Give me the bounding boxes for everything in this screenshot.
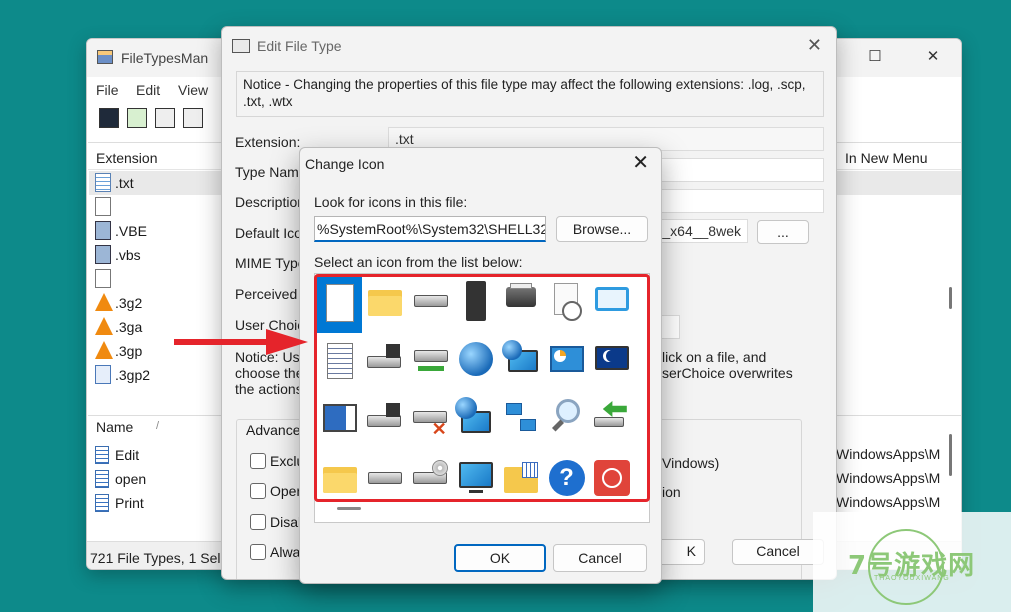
cancel-button[interactable]: Cancel [553,544,647,572]
copy-icon[interactable] [155,108,175,128]
properties-icon[interactable] [183,108,203,128]
vlc-cone-icon [95,317,113,335]
red-highlight-box [314,274,650,502]
notice-line: choose the [235,365,304,381]
column-name[interactable]: Name [96,419,133,435]
extension-label: Extension: [235,134,301,150]
description-label: Description [235,194,306,210]
checkbox-label: Alwa [270,544,301,560]
dialog-icon [232,39,250,53]
column-extension[interactable]: Extension [96,150,157,166]
toolbar [87,105,227,133]
window-title: FileTypesMan [121,50,209,66]
close-icon[interactable]: ✕ [925,49,941,65]
checkbox-box [250,544,266,560]
text-file-icon [95,173,111,192]
checkbox-box [250,483,266,499]
close-icon[interactable]: ✕ [807,36,822,54]
look-for-label: Look for icons in this file: [314,194,468,210]
vlc-cone-icon [95,293,113,311]
icon-file-path-input[interactable]: %SystemRoot%\System32\SHELL32.dll [314,216,546,242]
type-name-label: Type Name [235,164,307,180]
option-text: ion [662,484,681,500]
menu-file[interactable]: File [96,82,119,98]
close-icon[interactable]: ✕ [632,152,649,174]
list-item[interactable] [93,267,223,291]
script-file-icon [95,245,111,264]
menu-edit[interactable]: Edit [136,82,160,98]
default-icon-label: Default Ico [235,225,302,241]
option-text: Vindows) [662,455,720,471]
browse-icon-button[interactable]: ... [757,220,809,244]
script-file-icon [95,221,111,240]
lower-scrollbar[interactable] [949,434,952,476]
mime-type-label: MIME Type [235,255,306,271]
select-icon-label: Select an icon from the list below: [314,254,523,270]
list-item[interactable]: .vbs [93,243,223,267]
action-icon [95,494,109,512]
blank-file-icon [95,197,111,216]
browse-button[interactable]: Browse... [556,216,648,242]
status-text: 721 File Types, 1 Sele [90,550,229,566]
column-in-new-menu[interactable]: In New Menu [845,150,927,166]
dialog-title: Change Icon [305,156,385,172]
checkbox-label: Oper [270,483,302,499]
menu-view[interactable]: View [178,82,208,98]
notice-box: Notice - Changing the properties of this… [236,71,824,117]
path-text: %SystemRoot%\System32\SHELL32.dll [317,221,546,237]
checkbox-box [250,453,266,469]
vlc-cone-icon [95,341,113,359]
command-path: WindowsApps\M [836,494,941,510]
dialog-title: Edit File Type [257,38,342,54]
checkbox-box [250,514,266,530]
media-file-icon [95,365,111,384]
list-item[interactable]: .VBE [93,219,223,243]
list-item[interactable]: .3gp2 [93,363,223,387]
list-item[interactable]: .3g2 [93,291,223,315]
notice-line: serChoice overwrites [662,365,793,381]
watermark-subtext: THAOYOUXIWANG [874,575,950,582]
upper-scrollbar[interactable] [949,287,952,309]
list-item[interactable]: .txt [93,171,223,195]
save-icon[interactable] [99,108,119,128]
action-icon [95,470,109,488]
refresh-icon[interactable] [127,108,147,128]
command-path: WindowsApps\M [836,470,941,486]
filetypesman-app-icon [97,50,113,64]
ok-button[interactable]: OK [454,544,546,572]
sort-indicator: / [156,420,160,432]
blank-file-icon [95,269,111,288]
notice-line: lick on a file, and [662,349,767,365]
command-path: WindowsApps\M [836,446,941,462]
cancel-button[interactable]: Cancel [732,539,824,565]
red-arrow [174,329,308,355]
notice-line: the actions [235,381,303,397]
list-item[interactable] [93,195,223,219]
action-icon [95,446,109,464]
maximize-icon[interactable]: ☐ [867,49,883,65]
